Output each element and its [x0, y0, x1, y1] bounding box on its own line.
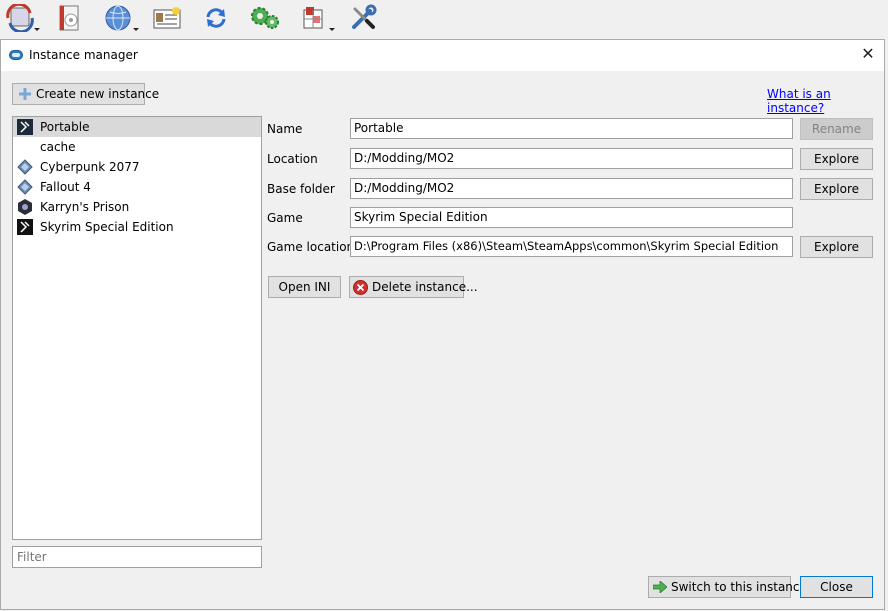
name-label: Name [267, 122, 303, 136]
filter-input[interactable] [12, 546, 262, 568]
instance-name: Karryn's Prison [40, 200, 130, 214]
green-arrow-icon [653, 581, 667, 593]
settings-gears-icon[interactable] [249, 3, 281, 33]
instance-manager-dialog: Instance manager ✕ Create new instance W… [0, 39, 885, 610]
close-button[interactable]: Close [800, 576, 873, 598]
close-icon[interactable]: ✕ [860, 46, 876, 62]
switch-instance-label: Switch to this instance [671, 580, 807, 594]
instance-name: Cyberpunk 2077 [40, 160, 140, 174]
delete-instance-label: Delete instance... [372, 280, 478, 294]
main-toolbar [0, 0, 888, 40]
list-item[interactable]: cache [13, 137, 261, 157]
base-folder-field[interactable]: D:/Modding/MO2 [350, 178, 793, 199]
generic-game-icon [17, 159, 33, 175]
profiles-icon[interactable] [4, 3, 36, 33]
executables-icon[interactable] [53, 3, 85, 33]
profiles-dropdown-arrow-icon[interactable] [34, 28, 40, 31]
wrench-screwdriver-icon[interactable] [347, 3, 379, 33]
mo2-logo-icon [9, 49, 23, 63]
nexus-globe-icon[interactable] [102, 3, 134, 33]
skyrim-icon [17, 119, 33, 135]
refresh-icon[interactable] [200, 3, 232, 33]
list-item[interactable]: Fallout 4 [13, 177, 261, 197]
list-item[interactable]: Karryn's Prison [13, 197, 261, 217]
dialog-titlebar: Instance manager ✕ [1, 40, 884, 71]
instance-name: cache [40, 140, 76, 154]
generic-game-icon [17, 179, 33, 195]
delete-icon [353, 279, 368, 295]
base-folder-explore-button[interactable]: Explore [800, 178, 873, 200]
instance-card-icon[interactable] [151, 3, 183, 33]
puzzle-tools-icon[interactable] [298, 3, 330, 33]
game-label: Game [267, 211, 303, 225]
instance-name: Portable [40, 120, 90, 134]
game-location-explore-button[interactable]: Explore [800, 236, 873, 258]
game-field[interactable]: Skyrim Special Edition [350, 207, 793, 228]
nexus-dropdown-arrow-icon[interactable] [133, 28, 139, 31]
switch-instance-button[interactable]: Switch to this instance [648, 576, 807, 598]
instance-list[interactable]: Portable cache Cyberpunk 2077 Fallout 4 … [12, 116, 262, 540]
instance-name: Fallout 4 [40, 180, 91, 194]
dialog-title: Instance manager [29, 48, 138, 62]
tools-dropdown-arrow-icon[interactable] [329, 28, 335, 31]
list-item[interactable]: Cyberpunk 2077 [13, 157, 261, 177]
delete-instance-button[interactable]: Delete instance... [349, 276, 478, 298]
plus-icon [19, 88, 31, 100]
what-is-instance-link[interactable]: What is an instance? [767, 87, 884, 115]
skyrim-icon [17, 219, 33, 235]
location-label: Location [267, 152, 318, 166]
name-field[interactable]: Portable [350, 118, 793, 139]
base-folder-label: Base folder [267, 182, 335, 196]
list-item[interactable]: Skyrim Special Edition [13, 217, 261, 237]
location-explore-button[interactable]: Explore [800, 148, 873, 170]
list-item[interactable]: Portable [13, 117, 261, 137]
karryn-icon [17, 199, 33, 215]
game-location-label: Game location [267, 240, 355, 254]
rename-button[interactable]: Rename [800, 118, 873, 140]
game-location-field[interactable]: D:\Program Files (x86)\Steam\SteamApps\c… [350, 236, 793, 257]
location-field[interactable]: D:/Modding/MO2 [350, 148, 793, 169]
open-ini-button[interactable]: Open INI [268, 276, 341, 298]
instance-name: Skyrim Special Edition [40, 220, 174, 234]
create-new-instance-button[interactable]: Create new instance [12, 83, 159, 105]
create-new-instance-label: Create new instance [36, 87, 160, 101]
